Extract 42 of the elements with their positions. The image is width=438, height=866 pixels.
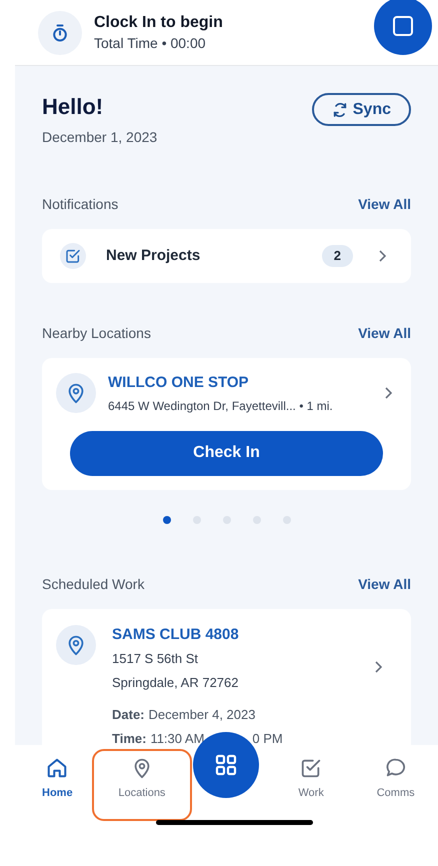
total-time: Total Time • 00:00 <box>94 34 207 52</box>
date-label: Date: <box>112 706 145 724</box>
work-location-name: SAMS CLUB 4808 <box>112 624 240 644</box>
location-pin-icon <box>56 373 96 414</box>
chevron-right-icon <box>373 660 383 674</box>
location-address: 6445 W Wedington Dr, Fayettevill... • 1 mi. <box>108 398 334 414</box>
clock-status: Clock In to begin <box>94 12 224 32</box>
chat-icon <box>384 757 407 779</box>
task-icon <box>60 243 86 269</box>
section-heading: Scheduled Work <box>42 574 144 594</box>
date-value: December 4, 2023 <box>148 706 256 724</box>
time-value: 11:30 AM <box>150 730 204 745</box>
address-line: Springdale, AR 72762 <box>112 674 240 692</box>
stop-button[interactable] <box>374 0 432 54</box>
grid-icon <box>214 753 238 777</box>
count-badge: 2 <box>322 245 353 267</box>
check-in-button[interactable]: Check In <box>70 430 383 476</box>
checkbox-icon <box>300 757 322 779</box>
time-value: 0 PM <box>252 730 283 745</box>
tab-item[interactable]: Comms <box>353 757 438 802</box>
tab-item[interactable]: Work <box>268 757 354 802</box>
home-icon <box>46 757 68 779</box>
sync-button[interactable]: Sync <box>312 93 411 126</box>
scheduled-work-card[interactable]: SAMS CLUB 4808 1517 S 56th St Springdale, AR 72762 Date: December 4, 2023 Time: 11:30 AM 0 PM <box>42 608 411 745</box>
notification-row[interactable]: New Projects 2 <box>42 229 411 283</box>
section-heading: Nearby Locations <box>42 324 151 343</box>
location-name: WILLCO ONE STOP <box>108 373 250 393</box>
location-card[interactable]: WILLCO ONE STOP 6445 W Wedington Dr, Fayettevill... • 1 mi. Check In <box>42 358 411 490</box>
view-all-link[interactable]: View All <box>358 194 411 215</box>
location-pin-icon <box>56 624 96 664</box>
chevron-right-icon <box>377 249 387 263</box>
time-label: Time: <box>112 730 146 745</box>
date-text: December 1, 2023 <box>42 128 158 147</box>
view-all-link[interactable]: View All <box>358 574 411 594</box>
address-line: 1517 S 56th St <box>112 650 200 668</box>
greeting-title: Hello! <box>42 93 104 121</box>
section-heading: Notifications <box>42 195 118 214</box>
notification-label: New Projects <box>106 246 202 266</box>
sync-icon <box>332 102 348 118</box>
view-all-link[interactable]: View All <box>358 323 411 344</box>
stopwatch-icon <box>38 10 82 54</box>
chevron-right-icon <box>383 386 393 400</box>
